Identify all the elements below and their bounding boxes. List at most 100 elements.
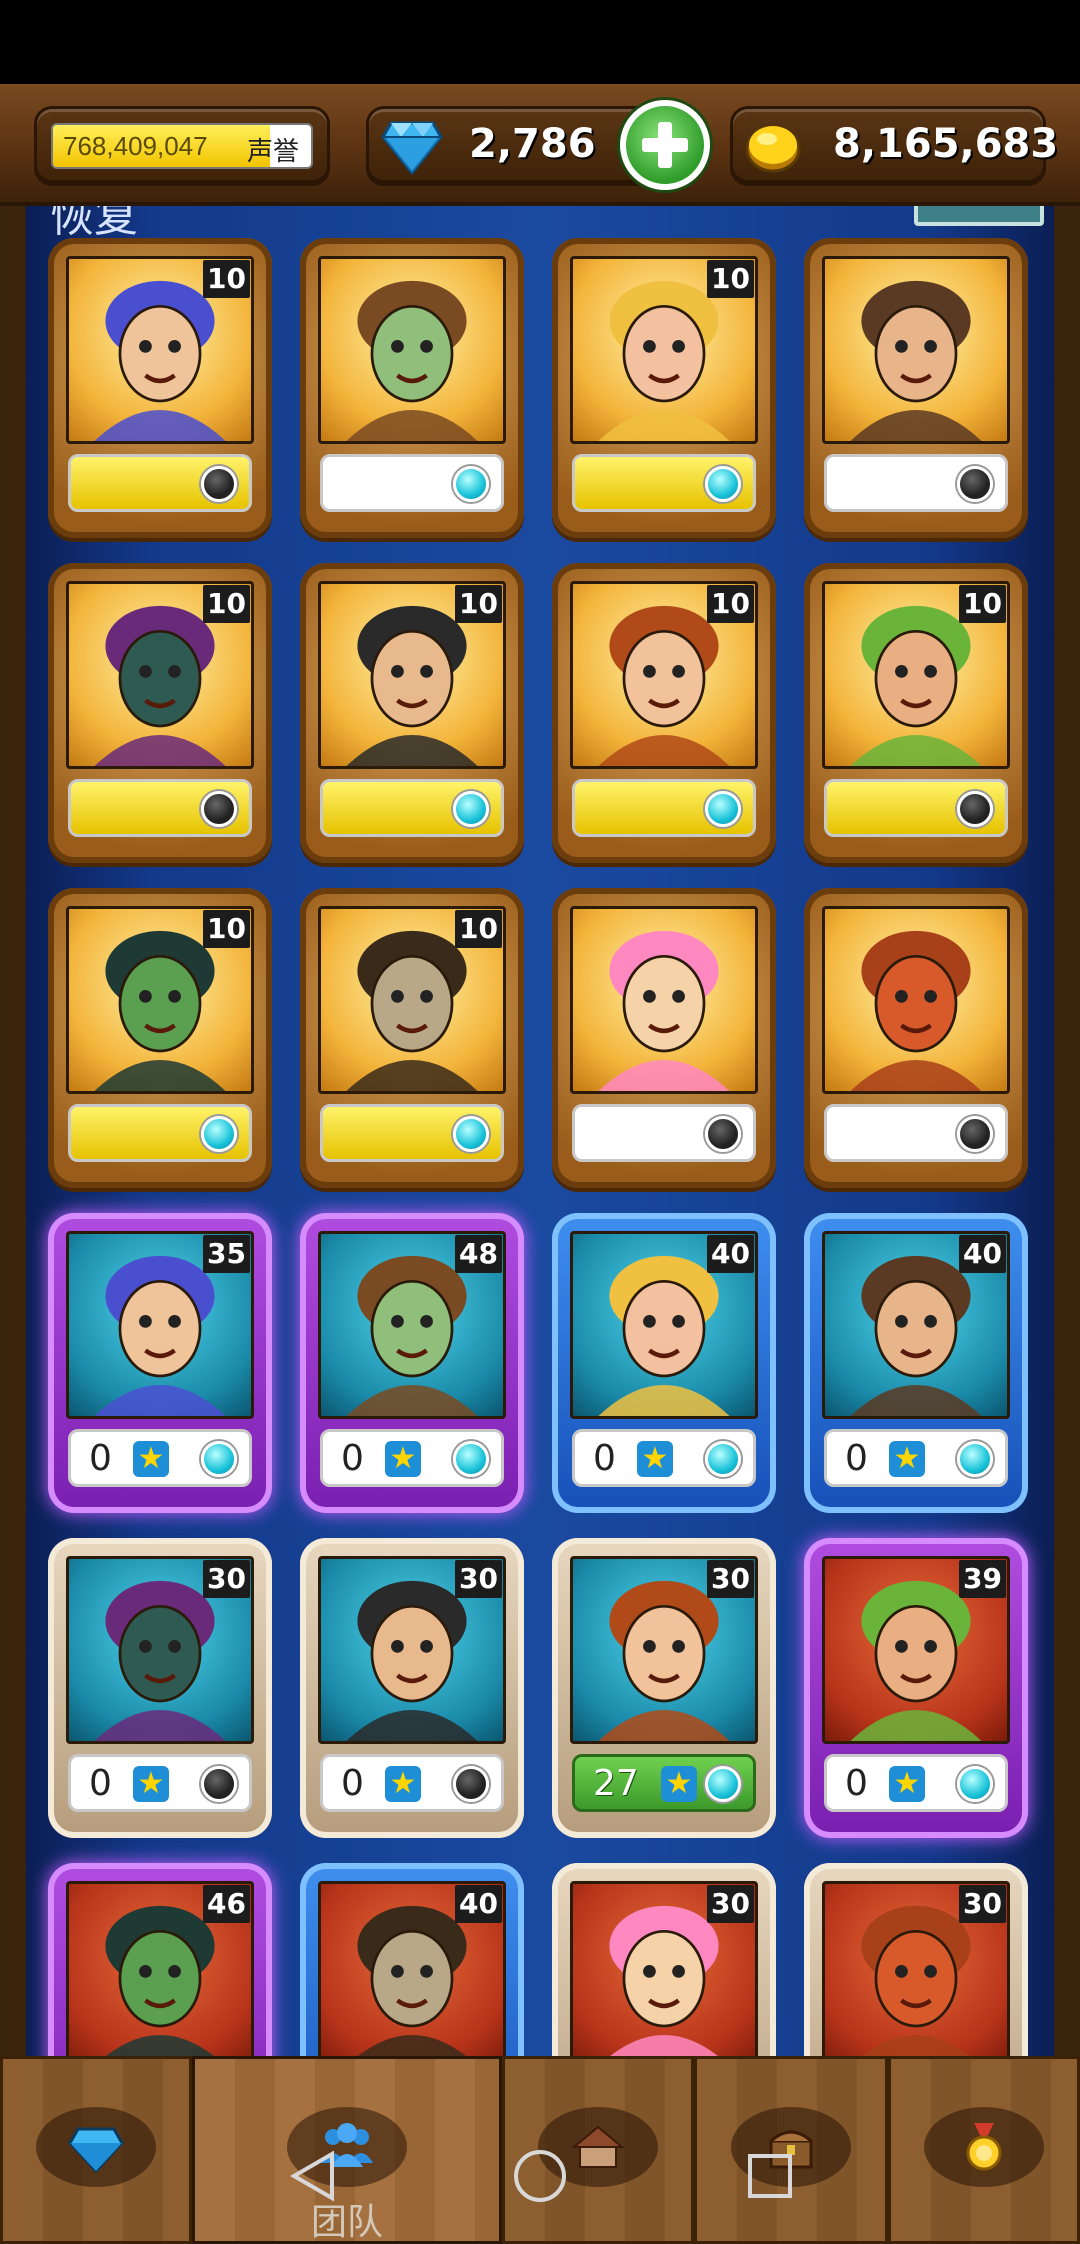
level-badge: 40 [959,1235,1006,1273]
level-badge: 10 [203,585,250,623]
board-frame: 恢复 10 10 10 10 10 10 10 10 35 0 ★ 48 0 ★ 40 0 ★ 40 0 ★ 30 0 ★ 3… [0,206,1080,2056]
card-status-bar [320,454,504,512]
nav-tab-achievements[interactable] [888,2056,1080,2244]
status-dot-inactive-icon [201,1766,237,1802]
character-card[interactable]: 40 0 ★ [552,1213,776,1513]
card-status-bar [824,454,1008,512]
status-dot-active-icon [201,1116,237,1152]
level-badge: 30 [707,1560,754,1598]
character-card[interactable]: 10 [552,563,776,863]
level-badge: 10 [959,585,1006,623]
character-card[interactable]: 40 0 ★ [804,1213,1028,1513]
character-card[interactable] [552,888,776,1188]
status-dot-inactive-icon [201,791,237,827]
character-portrait [570,906,758,1094]
gem-icon [381,121,443,175]
card-status-bar: 0 ★ [824,1754,1008,1812]
character-card[interactable]: 10 [48,563,272,863]
character-card[interactable]: 30 0 ★ [48,1538,272,1838]
card-status-bar [824,779,1008,837]
fame-progress-bar: 768,409,047 声誉 [51,123,313,169]
nav-tab-gems[interactable] [0,2056,192,2244]
character-card[interactable]: 10 [300,563,524,863]
character-board: 恢复 10 10 10 10 10 10 10 10 35 0 ★ 48 0 ★ 40 0 ★ 40 0 ★ 30 0 ★ 3… [26,206,1054,2056]
status-dot-inactive-icon [957,466,993,502]
star-icon: ★ [133,1766,169,1802]
plus-icon-vertical [658,122,672,168]
character-card[interactable] [300,238,524,538]
level-badge: 10 [455,585,502,623]
level-badge: 30 [455,1560,502,1598]
level-badge: 46 [203,1885,250,1923]
system-back-icon[interactable] [284,2146,344,2206]
coin-count: 8,165,683 [833,121,1059,167]
level-badge: 35 [203,1235,250,1273]
character-portrait [318,256,506,444]
level-badge: 10 [707,260,754,298]
character-card[interactable]: 10 [48,238,272,538]
character-card[interactable]: 39 0 ★ [804,1538,1028,1838]
star-count: 0 [845,1763,868,1804]
nav-tab-label: 团队 [310,2201,383,2242]
star-count: 0 [89,1763,112,1804]
character-card[interactable]: 10 [552,238,776,538]
system-recents-icon[interactable] [740,2146,800,2206]
fame-box[interactable]: 768,409,047 声誉 [34,106,330,186]
system-home-icon[interactable] [510,2146,570,2206]
status-dot-active-icon [453,466,489,502]
character-face-icon [850,280,982,441]
character-card[interactable]: 30 0 ★ [300,1538,524,1838]
character-card[interactable]: 48 0 ★ [300,1213,524,1513]
character-card[interactable]: 46 [48,1863,272,2056]
level-badge: 40 [455,1885,502,1923]
card-status-bar: 0 ★ [824,1429,1008,1487]
character-card[interactable]: 30 [804,1863,1028,2056]
star-icon: ★ [385,1441,421,1477]
star-count: 0 [845,1438,868,1479]
star-icon: ★ [661,1766,697,1802]
header-tab-button[interactable] [914,206,1044,226]
character-card[interactable]: 40 [300,1863,524,2056]
level-badge: 10 [455,910,502,948]
status-dot-inactive-icon [957,1116,993,1152]
star-icon: ★ [889,1441,925,1477]
card-status-bar: 0 ★ [68,1429,252,1487]
character-card[interactable]: 30 27 ★ [552,1538,776,1838]
character-card[interactable]: 35 0 ★ [48,1213,272,1513]
character-card[interactable] [804,238,1028,538]
star-count: 27 [593,1763,639,1804]
buy-gems-button[interactable] [620,100,710,190]
level-badge: 10 [707,585,754,623]
character-card[interactable]: 10 [48,888,272,1188]
status-dot-active-icon [201,1441,237,1477]
status-dot-inactive-icon [453,1766,489,1802]
character-card[interactable]: 10 [804,563,1028,863]
status-dot-active-icon [705,1441,741,1477]
resource-bar: 768,409,047 声誉 2,786 8,165,683 [0,84,1080,206]
status-dot-active-icon [705,466,741,502]
house-icon [571,2125,625,2168]
card-status-bar: 0 ★ [572,1429,756,1487]
status-dot-active-icon [453,791,489,827]
level-badge: 30 [707,1885,754,1923]
status-dot-active-icon [453,1441,489,1477]
character-card[interactable]: 10 [300,888,524,1188]
character-card[interactable] [804,888,1028,1188]
status-dot-active-icon [453,1116,489,1152]
status-dot-inactive-icon [201,466,237,502]
card-status-bar [572,779,756,837]
status-dot-inactive-icon [957,791,993,827]
coin-box[interactable]: 8,165,683 [730,106,1058,186]
star-icon: ★ [637,1441,673,1477]
card-status-bar: 0 ★ [320,1754,504,1812]
card-status-bar [320,779,504,837]
card-status-bar: 0 ★ [320,1429,504,1487]
nav-tab-team[interactable]: 团队 [192,2056,502,2244]
card-status-bar [68,454,252,512]
status-dot-active-icon [705,1766,741,1802]
level-badge: 30 [959,1885,1006,1923]
card-status-bar [824,1104,1008,1162]
gem-count: 2,786 [469,121,596,167]
level-badge: 10 [203,260,250,298]
character-card[interactable]: 30 [552,1863,776,2056]
